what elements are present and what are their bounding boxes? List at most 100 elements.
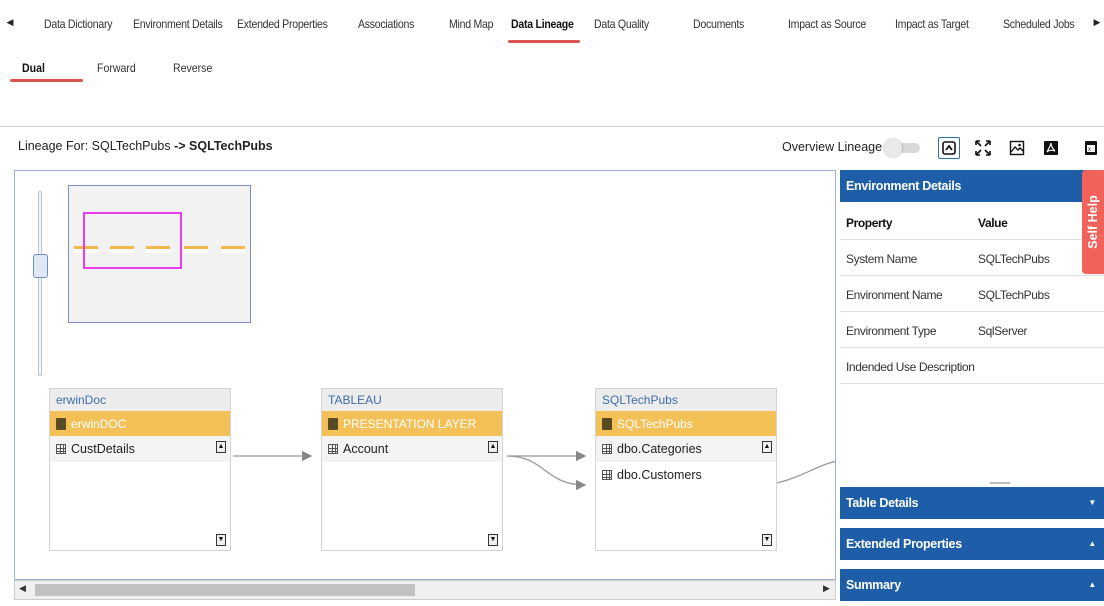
tab-environment-details[interactable]: Environment Details bbox=[133, 17, 223, 31]
entity-sqltechpubs[interactable]: SQLTechPubs SQLTechPubs dbo.Categories d… bbox=[595, 388, 777, 551]
lineage-title: Lineage For: SQLTechPubs -> SQLTechPubs bbox=[18, 139, 273, 153]
property-table: Property Value System Name SQLTechPubs E… bbox=[840, 204, 1104, 384]
chevron-down-icon: ▼ bbox=[1088, 498, 1096, 507]
scroll-left-icon[interactable]: ◀ bbox=[19, 583, 26, 594]
entity-tableau[interactable]: TABLEAU PRESENTATION LAYER Account ▲ ▼ bbox=[321, 388, 503, 551]
table-name: dbo.Categories bbox=[617, 442, 702, 456]
entity-erwindoc[interactable]: erwinDoc erwinDOC CustDetails ▲ ▼ bbox=[49, 388, 231, 551]
lineage-header: Lineage For: SQLTechPubs -> SQLTechPubs … bbox=[0, 127, 1104, 169]
table-row[interactable]: Account bbox=[322, 436, 502, 462]
table-details-header[interactable]: Table Details ▼ bbox=[840, 487, 1104, 519]
environment-details-title: Environment Details bbox=[846, 179, 962, 193]
export-image-icon[interactable] bbox=[1006, 137, 1028, 159]
tab-documents[interactable]: Documents bbox=[693, 17, 744, 31]
active-subtab-indicator bbox=[10, 79, 83, 82]
self-help-button[interactable]: Self Help bbox=[1082, 170, 1104, 274]
lineage-mode-tabs: Dual Forward Reverse bbox=[0, 52, 1104, 86]
entity-database-label: erwinDOC bbox=[71, 416, 127, 431]
fit-to-screen-icon[interactable] bbox=[972, 137, 994, 159]
details-panel: Environment Details Property Value Syste… bbox=[840, 170, 1104, 606]
tab-scheduled-jobs[interactable]: Scheduled Jobs bbox=[1003, 17, 1075, 31]
subtab-reverse[interactable]: Reverse bbox=[173, 61, 212, 75]
tab-impact-as-target[interactable]: Impact as Target bbox=[895, 17, 969, 31]
scroll-down-icon[interactable]: ▼ bbox=[762, 534, 772, 546]
database-icon bbox=[56, 417, 66, 430]
column-header-value: Value bbox=[978, 216, 1008, 230]
table-row: Indended Use Description bbox=[840, 348, 1104, 384]
table-icon bbox=[56, 444, 66, 454]
table-icon bbox=[328, 444, 338, 454]
canvas-horizontal-scrollbar[interactable]: ◀ ▶ bbox=[14, 580, 836, 600]
table-row: Environment Name SQLTechPubs bbox=[840, 276, 1104, 312]
table-row[interactable]: CustDetails bbox=[50, 436, 230, 462]
summary-header[interactable]: Summary ▲ bbox=[840, 569, 1104, 601]
scroll-up-icon[interactable]: ▲ bbox=[216, 441, 226, 453]
export-excel-icon[interactable]: x bbox=[1080, 137, 1102, 159]
entity-database-label: PRESENTATION LAYER bbox=[343, 416, 477, 431]
tab-mind-map[interactable]: Mind Map bbox=[449, 17, 494, 31]
subtab-forward[interactable]: Forward bbox=[97, 61, 136, 75]
svg-text:x: x bbox=[1088, 147, 1091, 153]
tab-scroll-right-icon[interactable]: ▶ bbox=[1092, 14, 1102, 30]
tab-data-dictionary[interactable]: Data Dictionary bbox=[44, 17, 113, 31]
property-key: Environment Type bbox=[846, 324, 937, 338]
summary-title: Summary bbox=[846, 578, 901, 592]
self-help-label: Self Help bbox=[1086, 195, 1100, 249]
table-row[interactable]: dbo.Categories bbox=[596, 436, 776, 462]
tab-scroll-left-icon[interactable]: ◀ bbox=[5, 14, 15, 30]
tab-associations[interactable]: Associations bbox=[358, 17, 414, 31]
environment-details-header[interactable]: Environment Details bbox=[840, 170, 1104, 202]
entity-environment: TABLEAU bbox=[322, 389, 502, 411]
entity-database-label: SQLTechPubs bbox=[617, 416, 693, 431]
tab-bar: ◀ Data Dictionary Environment Details Ex… bbox=[0, 0, 1104, 42]
table-row: System Name SQLTechPubs bbox=[840, 240, 1104, 276]
overview-lineage-label: Overview Lineage bbox=[782, 140, 883, 154]
table-row: Environment Type SqlServer bbox=[840, 312, 1104, 348]
scrollbar-thumb[interactable] bbox=[35, 584, 415, 596]
tab-impact-as-source[interactable]: Impact as Source bbox=[788, 17, 866, 31]
property-value: SQLTechPubs bbox=[978, 288, 1050, 302]
scroll-up-icon[interactable]: ▲ bbox=[488, 441, 498, 453]
tab-extended-properties[interactable]: Extended Properties bbox=[237, 17, 328, 31]
property-key: System Name bbox=[846, 252, 917, 266]
extended-properties-header[interactable]: Extended Properties ▲ bbox=[840, 528, 1104, 560]
export-pdf-icon[interactable] bbox=[1040, 137, 1062, 159]
property-table-header: Property Value bbox=[840, 204, 1104, 240]
column-header-property: Property bbox=[846, 216, 893, 230]
subtab-dual[interactable]: Dual bbox=[22, 61, 45, 75]
entity-environment: SQLTechPubs bbox=[596, 389, 776, 411]
lineage-canvas[interactable]: erwinDoc erwinDOC CustDetails ▲ ▼ TABLEA… bbox=[14, 170, 836, 580]
table-row[interactable]: dbo.Customers bbox=[596, 462, 776, 488]
property-key: Indended Use Description bbox=[846, 360, 975, 374]
table-name: CustDetails bbox=[71, 442, 135, 456]
property-value: SqlServer bbox=[978, 324, 1028, 338]
table-details-title: Table Details bbox=[846, 496, 919, 510]
entity-scrollbar[interactable]: ▲ ▼ bbox=[488, 441, 498, 552]
entity-environment: erwinDoc bbox=[50, 389, 230, 411]
lineage-title-target: -> SQLTechPubs bbox=[174, 139, 273, 153]
data-lineage-screen: ◀ Data Dictionary Environment Details Ex… bbox=[0, 0, 1104, 606]
scroll-right-icon[interactable]: ▶ bbox=[823, 583, 830, 594]
tab-data-quality[interactable]: Data Quality bbox=[594, 17, 649, 31]
scroll-up-icon[interactable]: ▲ bbox=[762, 441, 772, 453]
panel-splitter-handle[interactable] bbox=[990, 482, 1010, 484]
table-name: Account bbox=[343, 442, 389, 456]
toggle-knob bbox=[884, 139, 902, 157]
entity-database: PRESENTATION LAYER bbox=[322, 411, 502, 436]
property-value: SQLTechPubs bbox=[978, 252, 1050, 266]
chevron-up-icon: ▲ bbox=[1088, 580, 1096, 589]
property-key: Environment Name bbox=[846, 288, 943, 302]
overview-lineage-toggle[interactable] bbox=[884, 139, 922, 157]
tab-data-lineage[interactable]: Data Lineage bbox=[511, 17, 574, 31]
scroll-down-icon[interactable]: ▼ bbox=[216, 534, 226, 546]
table-icon bbox=[602, 470, 612, 480]
table-name: dbo.Customers bbox=[617, 468, 702, 482]
database-icon bbox=[328, 417, 338, 430]
scroll-down-icon[interactable]: ▼ bbox=[488, 534, 498, 546]
entity-database: erwinDOC bbox=[50, 411, 230, 436]
entity-scrollbar[interactable]: ▲ ▼ bbox=[216, 441, 226, 552]
database-icon bbox=[602, 417, 612, 430]
entity-scrollbar[interactable]: ▲ ▼ bbox=[762, 441, 772, 552]
chevron-up-icon: ▲ bbox=[1088, 539, 1096, 548]
collapse-up-icon[interactable] bbox=[938, 137, 960, 159]
